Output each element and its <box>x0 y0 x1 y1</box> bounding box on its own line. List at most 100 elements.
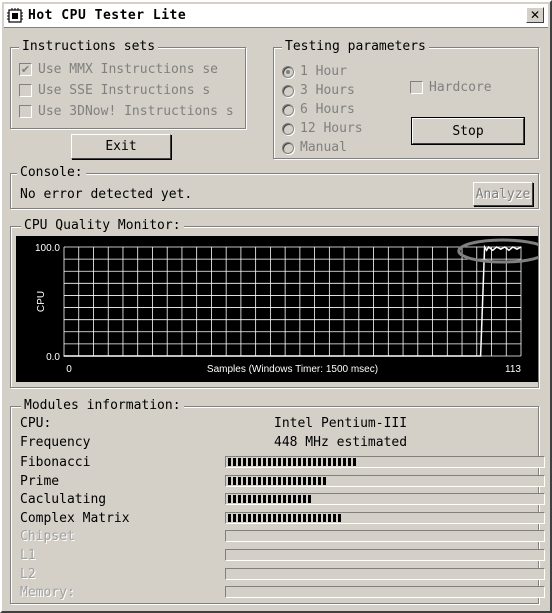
l1-label: L1 <box>20 547 36 563</box>
highlight-ellipse <box>457 238 549 264</box>
memory-row: Memory: <box>20 583 545 601</box>
cpu-quality-data-point <box>508 249 510 251</box>
cpu-quality-data-point <box>520 246 522 248</box>
prime-row: Prime <box>20 472 545 490</box>
cpu-quality-data-point <box>488 246 490 248</box>
complex-matrix-label: Complex Matrix <box>20 510 130 526</box>
y-tick-label-min: 0.0 <box>46 352 60 363</box>
radio-12-hours[interactable]: 12 Hours <box>282 121 363 136</box>
testing-legend: Testing parameters <box>282 39 429 54</box>
fibonacci-row: Fibonacci <box>20 453 545 471</box>
cpu-quality-series-line <box>64 244 522 357</box>
cpu-quality-data-point <box>512 246 514 248</box>
cpu-quality-data-point <box>504 246 506 248</box>
cpu-quality-data-point <box>486 249 488 251</box>
hardcore-checkbox[interactable] <box>410 81 423 94</box>
3dnow-checkbox[interactable] <box>19 105 32 118</box>
l1-progress-bar <box>225 549 545 561</box>
sse-checkbox[interactable] <box>19 84 32 97</box>
title-bar[interactable]: Hot CPU Tester Lite ✕ <box>4 4 548 28</box>
window-title: Hot CPU Tester Lite <box>28 8 187 23</box>
chipset-label: Chipset <box>20 528 75 544</box>
hardcore-checkbox-row[interactable]: Hardcore <box>410 80 492 95</box>
exit-button[interactable]: Exit <box>71 134 171 159</box>
cpu-quality-data-point <box>500 248 502 250</box>
x-axis-label: Samples (Windows Timer: 1500 msec) <box>207 364 378 375</box>
x-tick-label-max: 113 <box>505 364 521 375</box>
calculating-progress-fill <box>228 495 313 503</box>
radio-button[interactable] <box>282 141 294 154</box>
console-group: Console: No error detected yet. Analyze <box>10 165 539 209</box>
cpu-quality-data-point <box>63 355 65 357</box>
3dnow-label: Use 3DNow! Instructions s <box>38 104 234 119</box>
mmx-label: Use MMX Instructions se <box>38 62 219 77</box>
memory-progress-bar <box>225 586 545 598</box>
close-icon: ✕ <box>529 8 541 22</box>
cpu-label: CPU: <box>20 415 52 431</box>
modules-legend: Modules information: <box>21 398 184 413</box>
stop-label: Stop <box>452 123 484 139</box>
radio-6-hours-label: 6 Hours <box>300 102 355 117</box>
memory-label: Memory: <box>20 584 75 600</box>
fibonacci-progress-fill <box>228 458 357 466</box>
cpu-value: Intel Pentium-III <box>274 415 408 431</box>
l2-label: L2 <box>20 566 36 582</box>
radio-3-hours[interactable]: 3 Hours <box>282 83 355 98</box>
radio-button[interactable] <box>282 65 294 78</box>
calculating-label: Caclulating <box>20 491 107 507</box>
radio-3-hours-label: 3 Hours <box>300 83 355 98</box>
prime-progress-bar <box>225 475 545 487</box>
radio-button[interactable] <box>282 103 294 116</box>
console-message: No error detected yet. <box>20 187 193 202</box>
chipset-row: Chipset <box>20 527 545 545</box>
radio-button[interactable] <box>282 84 294 97</box>
app-icon <box>7 7 23 24</box>
l2-row: L2 <box>20 565 545 583</box>
radio-manual[interactable]: Manual <box>282 140 347 155</box>
frequency-value: 448 MHz estimated <box>274 434 408 450</box>
y-tick-label-max: 100.0 <box>35 243 60 254</box>
prime-label: Prime <box>20 473 60 489</box>
x-tick-label-min: 0 <box>66 364 72 375</box>
analyze-label: Analyze <box>475 186 531 202</box>
cpu-quality-data-point <box>516 248 518 250</box>
radio-6-hours[interactable]: 6 Hours <box>282 102 355 117</box>
mmx-checkbox-row[interactable]: ✔ Use MMX Instructions se <box>19 62 229 77</box>
prime-progress-fill <box>228 477 329 485</box>
sse-checkbox-row[interactable]: Use SSE Instructions s <box>19 83 229 98</box>
testing-group: Testing parameters 1 Hour 3 Hours 6 Hour… <box>273 39 539 159</box>
radio-button[interactable] <box>282 122 294 135</box>
analyze-button[interactable]: Analyze <box>473 182 533 206</box>
frequency-label: Frequency <box>20 434 91 450</box>
cpu-row: CPU: Intel Pentium-III <box>20 414 407 432</box>
instructions-group: Instructions sets ✔ Use MMX Instructions… <box>10 39 246 129</box>
mmx-checkbox[interactable]: ✔ <box>19 63 32 76</box>
complex-matrix-progress-fill <box>228 514 342 522</box>
cpu-quality-data-point <box>484 246 486 248</box>
complex-matrix-progress-bar <box>225 512 545 524</box>
close-button[interactable]: ✕ <box>526 7 544 23</box>
main-window: Hot CPU Tester Lite ✕ Instructions sets … <box>0 0 552 613</box>
cpu-quality-data-point <box>492 249 494 251</box>
radio-12-hours-label: 12 Hours <box>300 121 363 136</box>
l1-row: L1 <box>20 546 545 564</box>
stop-button[interactable]: Stop <box>411 117 525 145</box>
checkmark-icon: ✔ <box>20 63 31 76</box>
complex-matrix-row: Complex Matrix <box>20 509 545 527</box>
3dnow-checkbox-row[interactable]: Use 3DNow! Instructions s <box>19 104 241 119</box>
radio-manual-label: Manual <box>300 140 347 155</box>
cpu-quality-data-point <box>496 246 498 248</box>
calculating-row: Caclulating <box>20 490 545 508</box>
console-legend: Console: <box>17 165 86 180</box>
l2-progress-bar <box>225 568 545 580</box>
cpu-quality-chart: 100.0 0.0 0 113 Samples (Windows Timer: 1500… <box>16 236 549 382</box>
chipset-progress-bar <box>225 530 545 542</box>
chart-svg: 100.0 0.0 0 113 Samples (Windows Timer: 1500… <box>35 238 549 375</box>
y-axis-label: CPU <box>36 291 47 312</box>
cpu-quality-data-point <box>479 355 482 357</box>
radio-1-hour-label: 1 Hour <box>300 64 347 79</box>
exit-label: Exit <box>105 139 137 154</box>
radio-1-hour[interactable]: 1 Hour <box>282 64 347 79</box>
fibonacci-progress-bar <box>225 456 545 468</box>
sse-label: Use SSE Instructions s <box>38 83 211 98</box>
